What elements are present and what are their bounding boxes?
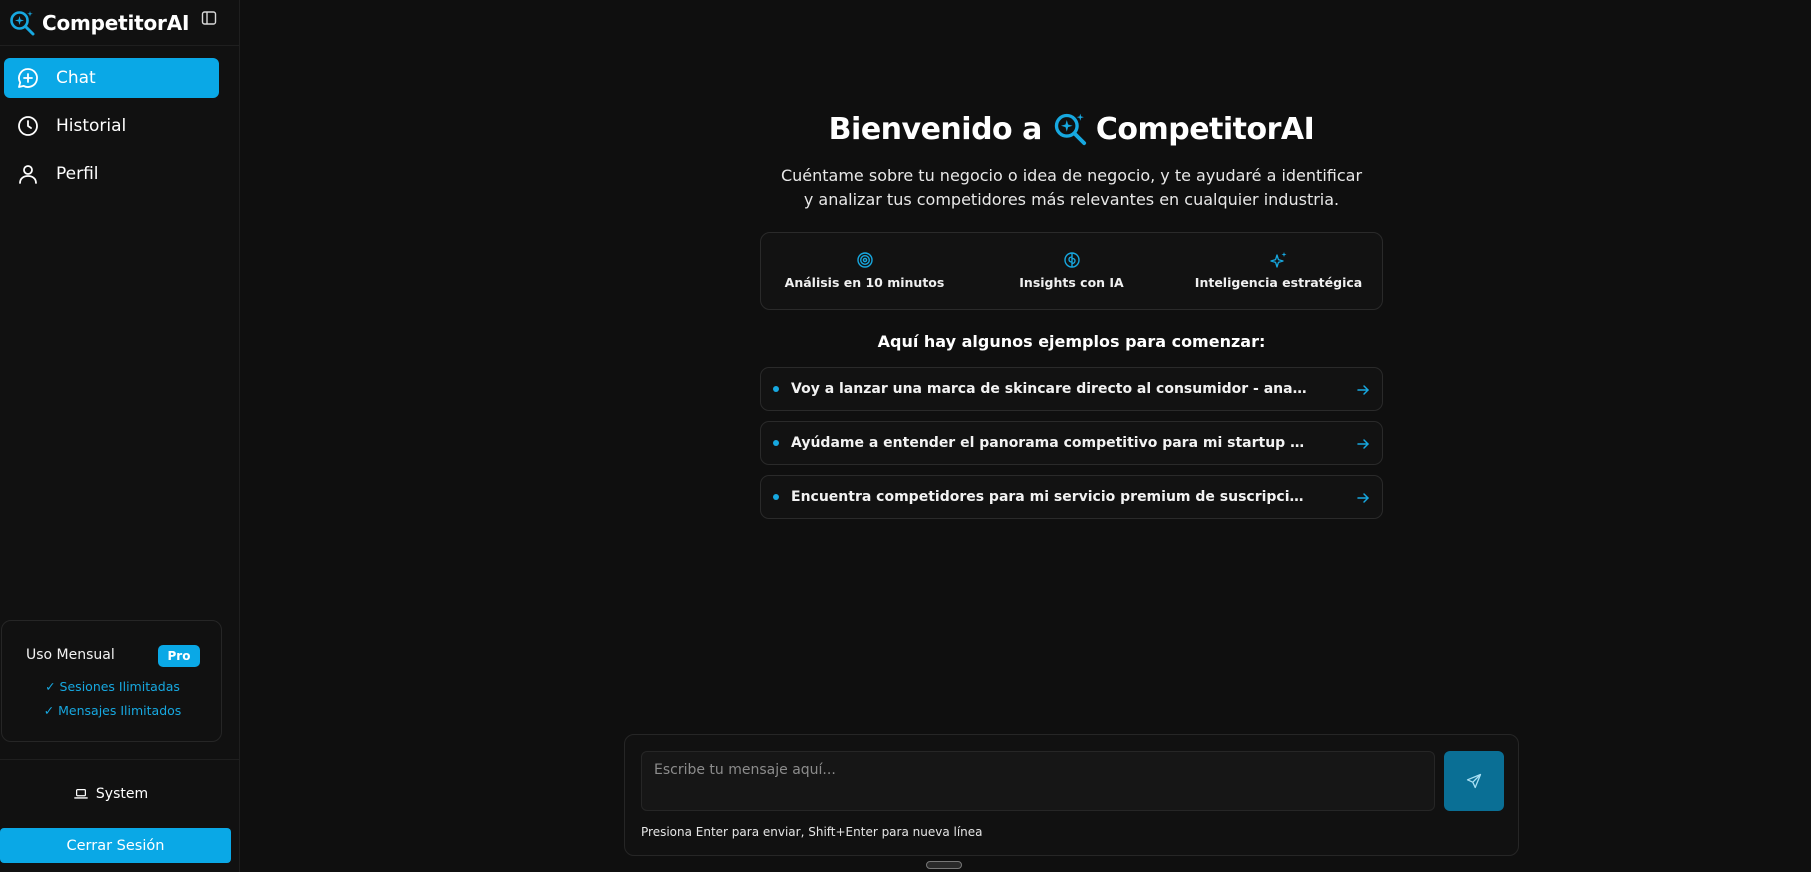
theme-toggle-button[interactable]: System xyxy=(0,780,222,808)
features-panel: Análisis en 10 minutos Insights con IA I… xyxy=(760,232,1383,310)
message-input[interactable] xyxy=(641,751,1435,811)
logout-button[interactable]: Cerrar Sesión xyxy=(0,828,231,863)
sidebar-item-label: Historial xyxy=(56,116,127,136)
bullet-dot xyxy=(773,494,779,500)
brain-icon xyxy=(1063,252,1080,268)
composer-hint: Presiona Enter para enviar, Shift+Enter … xyxy=(641,825,983,839)
page-title: Bienvenido a CompetitorAI xyxy=(760,108,1383,150)
sidebar-item-label: Chat xyxy=(56,68,96,88)
sidebar-item-label: Perfil xyxy=(56,164,99,184)
message-composer: Presiona Enter para enviar, Shift+Enter … xyxy=(624,734,1519,856)
usage-card: Uso Mensual Pro ✓ Sesiones Ilimitadas ✓ … xyxy=(1,620,222,742)
welcome-brand: CompetitorAI xyxy=(1095,111,1315,147)
usage-messages: ✓ Mensajes Ilimitados xyxy=(43,703,182,718)
sidebar-item-perfil[interactable]: Perfil xyxy=(4,154,219,194)
sidebar-item-chat[interactable]: Chat xyxy=(4,58,219,98)
bullet-dot xyxy=(773,440,779,446)
arrow-right-icon xyxy=(1357,385,1369,395)
send-button[interactable] xyxy=(1444,751,1504,811)
target-icon xyxy=(856,252,873,268)
usage-sessions: ✓ Sesiones Ilimitadas xyxy=(45,679,180,694)
arrow-right-icon xyxy=(1357,493,1369,503)
chat-plus-icon xyxy=(18,68,38,88)
brand: CompetitorAI xyxy=(0,0,240,46)
feature-label: Insights con IA xyxy=(1019,275,1124,290)
sidebar-nav: Chat Historial Perfil xyxy=(4,58,219,202)
clock-icon xyxy=(18,116,38,136)
resize-handle[interactable] xyxy=(926,861,962,869)
arrow-right-icon xyxy=(1357,439,1369,449)
example-text: Ayúdame a entender el panorama competiti… xyxy=(791,435,1311,451)
send-icon xyxy=(1466,773,1482,789)
usage-title: Uso Mensual xyxy=(26,647,115,663)
example-prompt[interactable]: Ayúdame a entender el panorama competiti… xyxy=(760,421,1383,465)
bullet-dot xyxy=(773,386,779,392)
laptop-icon xyxy=(74,789,88,799)
magnifier-sparkle-logo-icon xyxy=(10,10,35,35)
brand-name: CompetitorAI xyxy=(42,10,190,35)
example-prompt[interactable]: Encuentra competidores para mi servicio … xyxy=(760,475,1383,519)
plan-badge: Pro xyxy=(158,645,200,667)
feature-item: Inteligencia estratégica xyxy=(1175,233,1382,309)
example-text: Voy a lanzar una marca de skincare direc… xyxy=(791,381,1311,397)
feature-label: Análisis en 10 minutos xyxy=(784,275,945,290)
feature-item: Análisis en 10 minutos xyxy=(761,233,968,309)
intro-text: Cuéntame sobre tu negocio o idea de nego… xyxy=(760,164,1383,212)
magnifier-sparkle-icon xyxy=(1054,113,1086,146)
divider xyxy=(0,759,240,760)
sidebar-panel-icon xyxy=(201,11,217,25)
sidebar-item-historial[interactable]: Historial xyxy=(4,106,219,146)
example-text: Encuentra competidores para mi servicio … xyxy=(791,489,1311,505)
sidebar-toggle-button[interactable] xyxy=(200,9,218,27)
user-icon xyxy=(19,165,37,184)
feature-item: Insights con IA xyxy=(968,233,1175,309)
theme-label: System xyxy=(95,786,149,802)
examples-title: Aquí hay algunos ejemplos para comenzar: xyxy=(877,332,1266,351)
feature-label: Inteligencia estratégica xyxy=(1194,275,1363,290)
intro-line: y analizar tus competidores más relevant… xyxy=(803,190,1340,209)
sidebar: CompetitorAI Chat Historial Perfil Uso M… xyxy=(0,0,240,872)
example-prompt[interactable]: Voy a lanzar una marca de skincare direc… xyxy=(760,367,1383,411)
intro-line: Cuéntame sobre tu negocio o idea de nego… xyxy=(780,166,1363,185)
sparkles-icon xyxy=(1269,252,1286,268)
welcome-prefix: Bienvenido a xyxy=(828,111,1043,147)
